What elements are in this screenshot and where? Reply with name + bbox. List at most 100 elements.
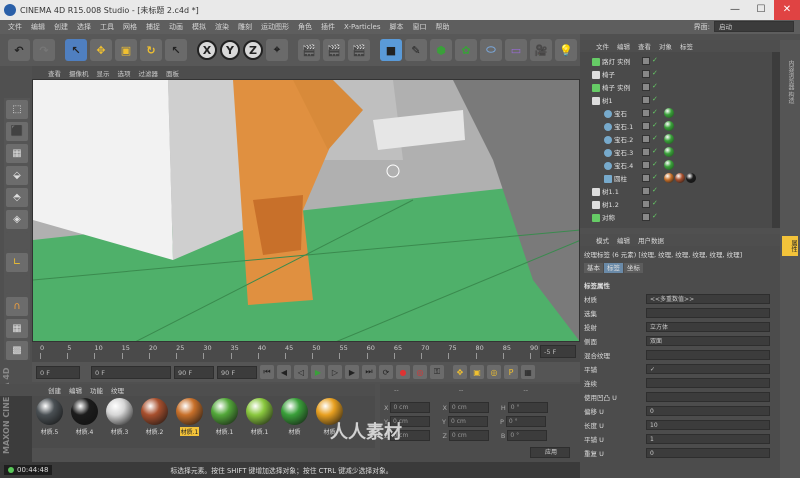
attr-field-value[interactable] (646, 378, 770, 388)
attr-field-value[interactable]: 10 (646, 420, 770, 430)
attr-field-value[interactable] (646, 308, 770, 318)
attr-field-value[interactable]: ✓ (646, 364, 770, 374)
object-row[interactable]: 对称 ✓ (580, 210, 772, 223)
attr-field-value[interactable]: 0 (646, 448, 770, 458)
object-row[interactable]: 宝石 ✓ (580, 106, 772, 119)
menu-item-select[interactable]: 选择 (77, 22, 91, 32)
maximize-button[interactable]: ☐ (748, 0, 774, 20)
enabled-check-icon[interactable]: ✓ (652, 83, 659, 90)
close-button[interactable]: ✕ (774, 0, 800, 20)
recent-tool-icon[interactable]: ↖ (165, 39, 187, 61)
next-frame-icon[interactable]: ▷ (328, 365, 342, 379)
menu-item-animate[interactable]: 动画 (169, 22, 183, 32)
rotation-p-input[interactable]: 0 ° (505, 416, 546, 427)
viewport-menu-panel[interactable]: 面板 (166, 68, 179, 78)
auto-key-icon[interactable]: ◎ (413, 365, 427, 379)
visibility-toggle[interactable] (642, 212, 650, 221)
menu-item-create[interactable]: 创建 (54, 22, 68, 32)
menu-item-script[interactable]: 脚本 (389, 22, 403, 32)
object-row[interactable]: 宝石.4 ✓ (580, 158, 772, 171)
material-menu-function[interactable]: 功能 (90, 385, 103, 395)
camera-icon[interactable]: 🎥 (530, 39, 552, 61)
object-menu-objects[interactable]: 对象 (659, 41, 672, 51)
deformer-icon[interactable]: ⬭ (480, 39, 502, 61)
menu-item-file[interactable]: 文件 (8, 22, 22, 32)
object-row[interactable]: 路灯 实例 ✓ (580, 54, 772, 67)
make-editable-icon[interactable]: ⬚ (6, 100, 28, 119)
visibility-toggle[interactable] (642, 134, 650, 143)
enabled-check-icon[interactable]: ✓ (652, 57, 659, 64)
material-swatch[interactable]: 材质.2 (139, 398, 170, 448)
material-swatch[interactable]: 材质.1 (209, 398, 240, 448)
menu-item-plugins[interactable]: 插件 (321, 22, 335, 32)
viewport-menu-display[interactable]: 显示 (97, 68, 110, 78)
x-axis-icon[interactable]: X (197, 40, 217, 60)
timeline-end-field[interactable]: -5 F (540, 345, 576, 358)
viewport-menu-view[interactable]: 查看 (48, 68, 61, 78)
visibility-toggle[interactable] (642, 56, 650, 65)
tab-coord[interactable]: 坐标 (624, 263, 643, 273)
subdivision-icon[interactable]: ⬢ (430, 39, 452, 61)
material-swatch[interactable]: 材质.4 (69, 398, 100, 448)
preview-max-field[interactable]: 90 F (217, 365, 257, 379)
object-row[interactable]: 树1 ✓ (580, 93, 772, 106)
object-scrollbar[interactable] (772, 52, 780, 228)
render-view-icon[interactable]: 🎬 (298, 39, 320, 61)
position-x-input[interactable]: 0 cm (390, 402, 431, 413)
attr-field-value[interactable]: 立方体 (646, 322, 770, 332)
menu-item-tools[interactable]: 工具 (100, 22, 114, 32)
spline-pen-icon[interactable]: ✎ (405, 39, 427, 61)
minimize-button[interactable]: — (722, 0, 748, 20)
enabled-check-icon[interactable]: ✓ (652, 200, 659, 207)
key-rotation-icon[interactable]: ◎ (487, 365, 501, 379)
loop-icon[interactable]: ⟳ (379, 365, 393, 379)
scale-icon[interactable]: ▣ (115, 39, 137, 61)
redo-icon[interactable]: ↷ (33, 39, 55, 61)
menu-item-character[interactable]: 角色 (298, 22, 312, 32)
workplane-icon[interactable]: ∟ (6, 253, 28, 273)
menu-item-mograph[interactable]: 运动图形 (261, 22, 289, 32)
viewport-menu-filter[interactable]: 过滤器 (139, 68, 159, 78)
attr-side-tab[interactable]: 属性 (782, 236, 798, 256)
render-settings-icon[interactable]: 🎬 (348, 39, 370, 61)
3d-viewport[interactable] (32, 79, 580, 342)
object-row[interactable]: 椅子 ✓ (580, 67, 772, 80)
z-axis-icon[interactable]: Z (243, 40, 263, 60)
texture-tag-icon[interactable] (675, 172, 685, 183)
visibility-toggle[interactable] (642, 121, 650, 130)
object-row[interactable]: 宝石.2 ✓ (580, 132, 772, 145)
visibility-toggle[interactable] (642, 186, 650, 195)
prev-key-icon[interactable]: ◀ (277, 365, 291, 379)
tab-tag[interactable]: 标签 (604, 263, 623, 273)
menu-item-snap[interactable]: 捕捉 (146, 22, 160, 32)
undo-icon[interactable]: ↶ (8, 39, 30, 61)
go-to-start-icon[interactable]: ⏮ (260, 365, 274, 379)
enabled-check-icon[interactable]: ✓ (652, 109, 659, 116)
model-mode-icon[interactable]: ⬛ (6, 121, 28, 141)
grid-snap-icon[interactable]: ▦ (6, 319, 28, 339)
attr-field-value[interactable]: 0 (646, 406, 770, 416)
enabled-check-icon[interactable]: ✓ (652, 187, 659, 194)
key-parameter-icon[interactable]: P (504, 365, 518, 379)
object-menu-edit[interactable]: 编辑 (617, 41, 630, 51)
enabled-check-icon[interactable]: ✓ (652, 135, 659, 142)
object-row[interactable]: 宝石.1 ✓ (580, 119, 772, 132)
select-arrow-icon[interactable]: ↖ (65, 39, 87, 61)
y-axis-icon[interactable]: Y (220, 40, 240, 60)
texture-tag-icon[interactable] (664, 107, 674, 118)
menu-item-render[interactable]: 渲染 (215, 22, 229, 32)
visibility-toggle[interactable] (642, 199, 650, 208)
move-icon[interactable]: ✥ (90, 39, 112, 61)
enabled-check-icon[interactable]: ✓ (652, 174, 659, 181)
attr-field-value[interactable]: <<多重数值>> (646, 294, 770, 304)
lock-workplane-icon[interactable]: ▩ (6, 341, 28, 361)
object-row[interactable]: 椅子 实例 ✓ (580, 80, 772, 93)
attr-field-value[interactable]: 双面 (646, 336, 770, 346)
enabled-check-icon[interactable]: ✓ (652, 213, 659, 220)
key-pla-icon[interactable]: ▦ (521, 365, 535, 379)
material-swatch[interactable]: 材质.1 (244, 398, 275, 448)
enabled-check-icon[interactable]: ✓ (652, 96, 659, 103)
menu-item-window[interactable]: 窗口 (412, 22, 426, 32)
magnet-snap-icon[interactable]: ∩ (6, 297, 28, 317)
object-row[interactable]: 宝石.3 ✓ (580, 145, 772, 158)
